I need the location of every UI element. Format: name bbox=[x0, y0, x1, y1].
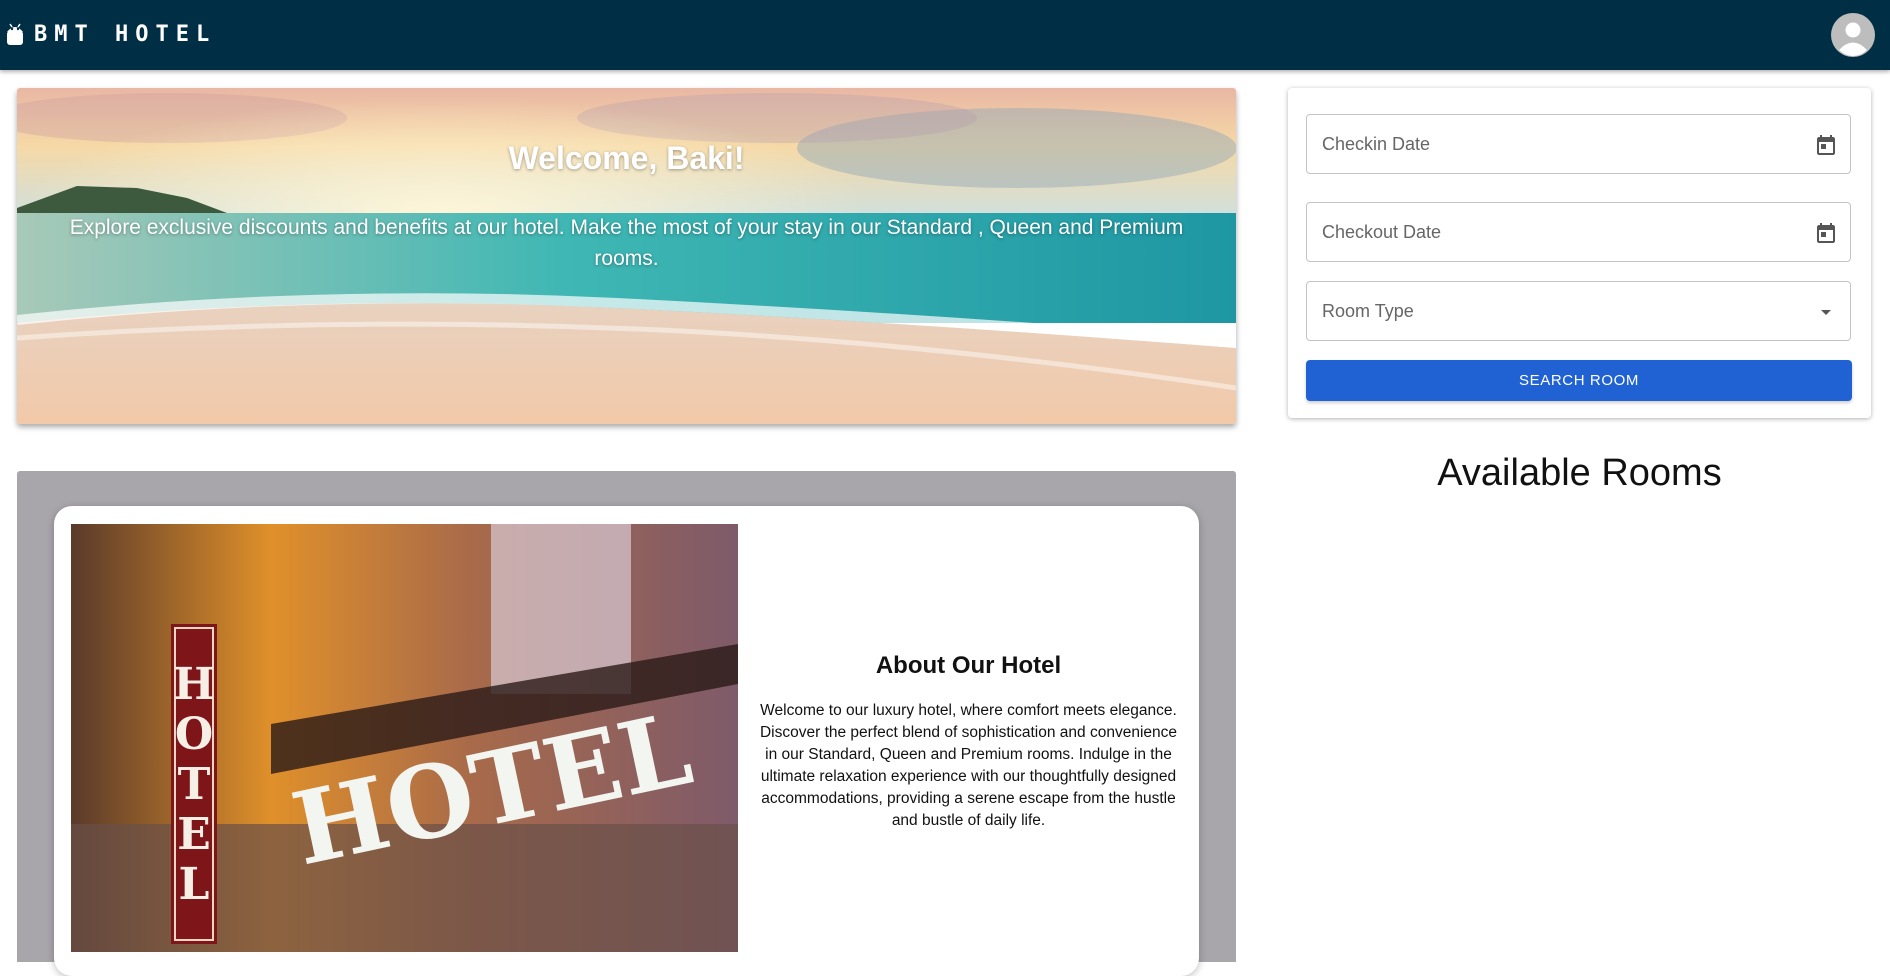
about-section: H O T E L HOTEL About Our Hotel Welcome … bbox=[17, 471, 1236, 976]
welcome-title: Welcome, Baki! bbox=[508, 140, 745, 176]
checkout-date-placeholder: Checkout Date bbox=[1322, 222, 1442, 242]
svg-text:L: L bbox=[179, 859, 210, 910]
account-avatar-button[interactable] bbox=[1831, 13, 1875, 57]
arrow-drop-down-icon bbox=[1821, 310, 1831, 315]
room-type-select[interactable]: Room Type bbox=[1306, 281, 1851, 341]
calendar-icon[interactable] bbox=[1814, 221, 1838, 245]
app-bar: BMT HOTEL bbox=[0, 0, 1890, 70]
available-rooms-heading: Available Rooms bbox=[1437, 452, 1722, 494]
about-description: Welcome to our luxury hotel, where comfo… bbox=[759, 702, 1178, 829]
about-card: H O T E L HOTEL About Our Hotel Welcome … bbox=[54, 506, 1199, 976]
welcome-subtitle: Explore exclusive discounts and benefits… bbox=[69, 216, 1184, 270]
svg-text:T: T bbox=[178, 759, 211, 810]
room-type-placeholder: Room Type bbox=[1322, 301, 1414, 321]
svg-text:O: O bbox=[175, 709, 213, 760]
checkout-date-field[interactable]: Checkout Date bbox=[1306, 202, 1851, 262]
account-circle-icon bbox=[1839, 22, 1867, 56]
calendar-icon[interactable] bbox=[1814, 133, 1838, 157]
search-room-button[interactable]: SEARCH ROOM bbox=[1306, 360, 1852, 401]
checkin-date-field[interactable]: Checkin Date bbox=[1306, 114, 1851, 174]
about-title: About Our Hotel bbox=[875, 652, 1062, 679]
checkin-date-placeholder: Checkin Date bbox=[1322, 134, 1431, 154]
room-search-panel: Checkin Date Checkout Date Room Type SEA… bbox=[1288, 88, 1871, 418]
svg-text:E: E bbox=[177, 809, 211, 860]
brand-title[interactable]: BMT HOTEL bbox=[34, 22, 216, 48]
hotel-facade-image: H O T E L HOTEL bbox=[71, 524, 738, 952]
welcome-banner: Welcome, Baki! Explore exclusive discoun… bbox=[17, 88, 1236, 424]
android-icon bbox=[7, 23, 23, 45]
vertical-hotel-sign: H bbox=[173, 659, 215, 710]
